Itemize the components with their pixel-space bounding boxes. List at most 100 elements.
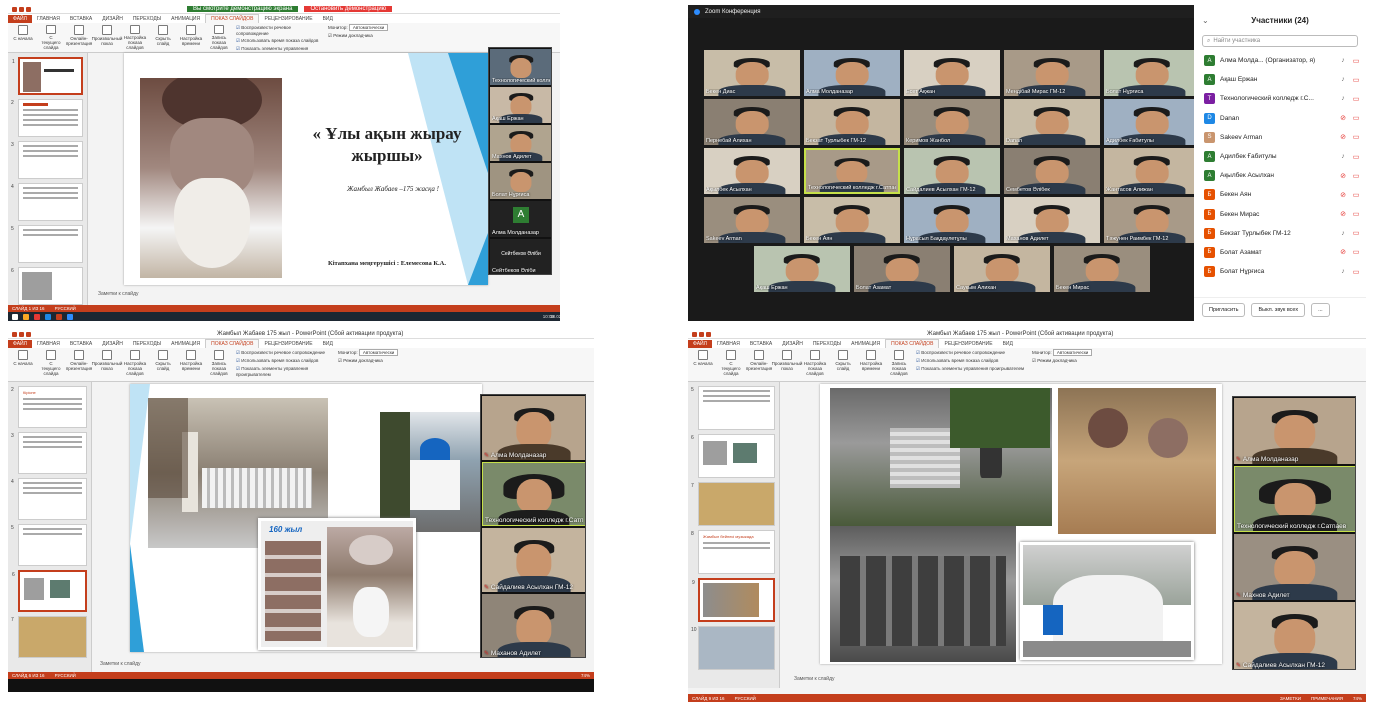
mic-muted-icon[interactable]: ⊘ <box>1339 191 1347 199</box>
narration-checkbox[interactable]: Воспроизвести речевое сопровождение <box>236 350 332 356</box>
video-tile[interactable]: Сайдалиев Асылхан ГМ-12 <box>904 148 1000 194</box>
browser-icon[interactable] <box>34 313 40 320</box>
tab-home[interactable]: ГЛАВНАЯ <box>32 340 65 348</box>
participant-row[interactable]: D Danan ⊘ ▭ <box>1194 109 1366 128</box>
mic-muted-icon[interactable]: ⊘ <box>1339 210 1347 218</box>
camera-off-icon[interactable]: ▭ <box>1352 172 1360 180</box>
participant-row[interactable]: Т Технологический колледж г.С... ♪ ▭ <box>1194 89 1366 108</box>
online-present-button[interactable]: Онлайн-презентация <box>746 350 772 379</box>
thumbnail-slide-7[interactable]: 7 <box>691 482 775 526</box>
video-tile[interactable]: Бекзат Турлыбек ГМ-12 <box>804 99 900 145</box>
tab-file[interactable]: ФАЙЛ <box>688 340 712 348</box>
presenter-view-checkbox[interactable]: ☑ Режим докладчика <box>328 33 398 39</box>
tab-design[interactable]: ДИЗАЙН <box>97 340 128 348</box>
camera-off-icon[interactable]: ▭ <box>1352 95 1360 103</box>
tab-design[interactable]: ДИЗАЙН <box>97 15 128 23</box>
from-start-button[interactable]: С начала <box>692 350 714 379</box>
tab-transitions[interactable]: ПЕРЕХОДЫ <box>128 340 166 348</box>
mic-icon[interactable]: ♪ <box>1339 57 1347 64</box>
monitor-select[interactable]: Автоматически <box>358 349 399 356</box>
tab-file[interactable]: ФАЙЛ <box>8 15 32 23</box>
thumbnail-slide-6[interactable]: 6 <box>11 267 83 305</box>
chevron-down-icon[interactable]: ⌄ <box>1202 16 1209 25</box>
monitor-select[interactable]: Автоматически <box>1052 349 1093 356</box>
video-tile[interactable]: Ақылбек Асылхан <box>704 148 800 194</box>
hide-slide-button[interactable]: Скрыть слайд <box>832 350 854 379</box>
video-tile[interactable]: Адилбек Ғабитулы <box>1104 99 1200 145</box>
notes-toggle[interactable]: ЗАМЕТКИ <box>1280 696 1301 701</box>
from-current-button[interactable]: С текущего слайда <box>40 350 62 379</box>
media-controls-checkbox[interactable]: Показать элементы управления проигрывате… <box>236 366 332 377</box>
participant-row[interactable]: S Sakeev Arman ⊘ ▭ <box>1194 128 1366 147</box>
thumbnail-slide-5[interactable]: 5 <box>691 386 775 430</box>
video-tile[interactable]: Технологический колледж г.Сатпаев <box>804 148 900 194</box>
video-tile[interactable]: Алма Молданазар <box>804 50 900 96</box>
powerpoint-icon[interactable] <box>56 313 62 320</box>
mic-icon[interactable]: ♪ <box>1339 95 1347 102</box>
thumbnail-slide-9[interactable]: 9 <box>692 578 775 622</box>
video-tile[interactable]: Болат Азамат <box>854 246 950 292</box>
tab-animation[interactable]: АНИМАЦИЯ <box>166 15 205 23</box>
setup-show-button[interactable]: Настройка показа слайдов <box>124 350 146 379</box>
rehearse-timings-button[interactable]: Настройка времени <box>860 350 882 379</box>
video-tile[interactable]: Сембетов Әлібек <box>1004 148 1100 194</box>
more-button[interactable]: ... <box>1311 302 1330 317</box>
timings-checkbox[interactable]: Использовать время показа слайдов <box>236 358 332 364</box>
mute-all-button[interactable]: Выкл. звук всех <box>1251 302 1306 317</box>
rehearse-timings-button[interactable]: Настройка времени <box>180 350 202 379</box>
slide-canvas[interactable]: 160 жыл <box>130 384 482 652</box>
video-tile[interactable]: Маханов Адилет <box>1004 197 1100 243</box>
explorer-icon[interactable] <box>23 313 29 320</box>
video-tile[interactable]: Болат Нұрғиса <box>1104 50 1200 96</box>
online-present-button[interactable]: Онлайн-презентация <box>66 350 92 379</box>
from-start-button[interactable]: С начала <box>12 350 34 379</box>
camera-off-icon[interactable]: ▭ <box>1352 57 1360 65</box>
video-tile[interactable]: Sakeev Arman <box>704 197 800 243</box>
tab-slideshow[interactable]: ПОКАЗ СЛАЙДОВ <box>205 14 260 23</box>
thumbnail-slide-1[interactable]: 1 <box>12 57 83 95</box>
timings-checkbox[interactable]: Использовать время показа слайдов <box>236 38 322 44</box>
setup-show-button[interactable]: Настройка показа слайдов <box>124 25 146 50</box>
video-tile[interactable]: Бекен Аян <box>804 197 900 243</box>
video-tile[interactable]: Нұрасыл Бақдаулетұлы <box>904 197 1000 243</box>
thumbnail-slide-2[interactable]: 2 Кіріспе <box>11 386 87 428</box>
quick-access-toolbar[interactable] <box>692 331 711 337</box>
video-tile[interactable]: Тәжунен Раимбек ГМ-12 <box>1104 197 1200 243</box>
tab-transitions[interactable]: ПЕРЕХОДЫ <box>808 340 846 348</box>
mic-muted-icon[interactable]: ⊘ <box>1339 248 1347 256</box>
timings-checkbox[interactable]: Использовать время показа слайдов <box>916 358 1026 364</box>
edge-icon[interactable] <box>45 313 51 320</box>
from-start-button[interactable]: С начала <box>12 25 34 50</box>
mic-muted-icon[interactable]: ⊘ <box>1339 114 1347 122</box>
slide-canvas[interactable] <box>820 384 1222 664</box>
tab-design[interactable]: ДИЗАЙН <box>777 340 808 348</box>
video-tile[interactable]: Мендібай Мирас ГМ-12 <box>1004 50 1100 96</box>
monitor-select[interactable]: Автоматически <box>348 24 389 31</box>
participant-row[interactable]: А Ақаш Ержан ♪ ▭ <box>1194 70 1366 89</box>
invite-button[interactable]: Пригласить <box>1202 302 1246 317</box>
media-controls-checkbox[interactable]: Показать элементы управления проигрывате… <box>916 366 1026 372</box>
tab-insert[interactable]: ВСТАВКА <box>745 340 777 348</box>
mic-icon[interactable]: ♪ <box>1339 153 1347 160</box>
participant-row[interactable]: Б Бекен Аян ⊘ ▭ <box>1194 185 1366 204</box>
participant-row[interactable]: А Алма Молда... (Организатор, я) ♪ ▭ <box>1194 51 1366 70</box>
tab-review[interactable]: РЕЦЕНЗИРОВАНИЕ <box>259 15 317 23</box>
slide-canvas[interactable]: « Ұлы ақын жырау жыршы» Жамбыл Жабаев –1… <box>124 53 488 285</box>
tab-animation[interactable]: АНИМАЦИЯ <box>846 340 885 348</box>
thumbnail-slide-6[interactable]: 6 <box>12 570 87 612</box>
thumbnail-slide-2[interactable]: 2 <box>11 99 83 137</box>
participant-row[interactable]: А Адилбек Ғабитулы ♪ ▭ <box>1194 147 1366 166</box>
participant-row[interactable]: Б Болат Азамат ⊘ ▭ <box>1194 243 1366 262</box>
camera-off-icon[interactable]: ▭ <box>1352 191 1360 199</box>
video-tile[interactable]: Danan <box>1004 99 1100 145</box>
record-show-button[interactable]: Запись показа слайдов <box>208 25 230 50</box>
thumbnail-slide-7[interactable]: 7 <box>11 616 87 658</box>
hide-slide-button[interactable]: Скрыть слайд <box>152 350 174 379</box>
thumbnail-slide-3[interactable]: 3 <box>11 432 87 474</box>
comments-toggle[interactable]: ПРИМЕЧАНИЯ <box>1311 696 1343 701</box>
thumbnail-slide-5[interactable]: 5 <box>11 225 83 263</box>
camera-off-icon[interactable]: ▭ <box>1352 268 1360 276</box>
camera-off-icon[interactable]: ▭ <box>1352 229 1360 237</box>
participant-row[interactable]: Б Бекзат Турлыбек ГМ-12 ♪ ▭ <box>1194 224 1366 243</box>
tab-file[interactable]: ФАЙЛ <box>8 340 32 348</box>
